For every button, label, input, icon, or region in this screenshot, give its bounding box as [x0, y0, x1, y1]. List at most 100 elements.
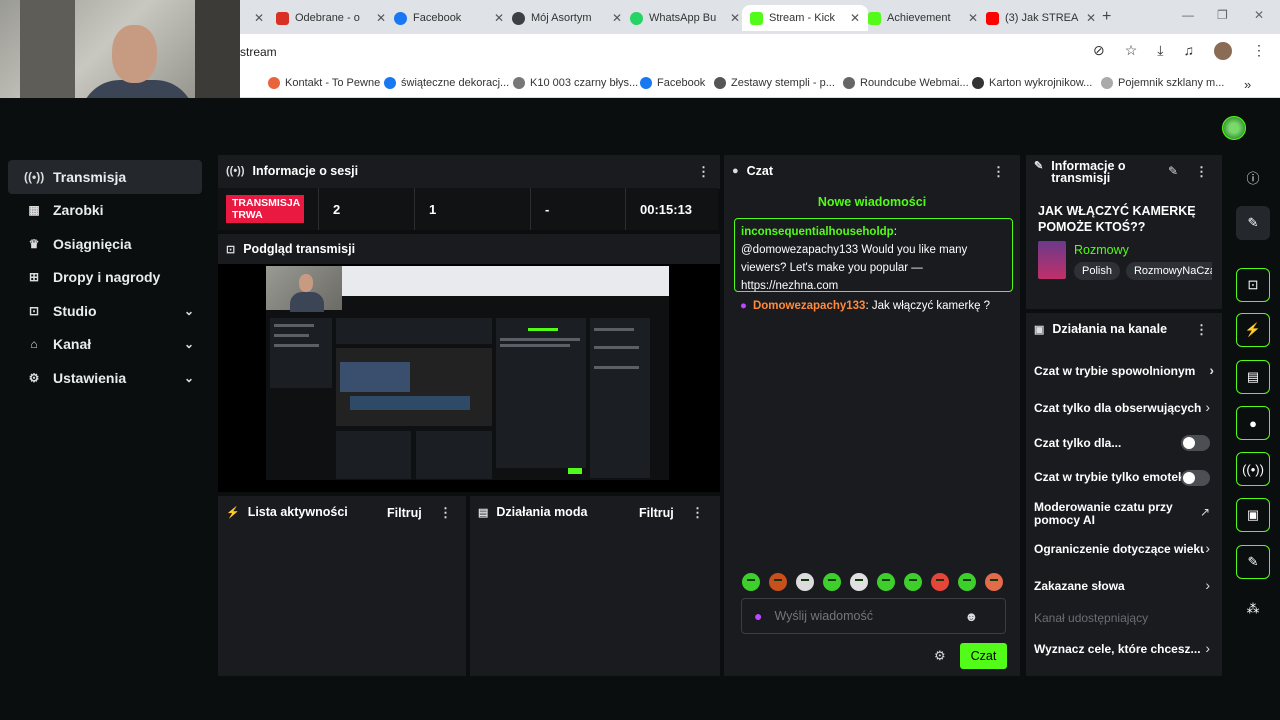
chat-message[interactable]: ● Domowezapachy133: Jak włączyć kamerkę ?: [740, 300, 990, 312]
sidebar-item-kanal[interactable]: ⌂ Kanał ⌄: [8, 328, 202, 362]
sidebar-item-dropy[interactable]: ⊞ Dropy i nagrody: [8, 261, 202, 295]
emote-icon[interactable]: [958, 573, 976, 591]
message-username[interactable]: inconsequentialhouseholdp: [741, 226, 894, 238]
lightning-icon[interactable]: ⚡: [1236, 313, 1270, 347]
close-icon[interactable]: ✕: [850, 11, 860, 25]
more-options-icon[interactable]: ⋮: [992, 164, 1005, 180]
new-messages-label[interactable]: Nowe wiadomości: [724, 195, 1020, 209]
filter-button[interactable]: Filtruj: [387, 506, 422, 520]
profile-avatar[interactable]: [1214, 42, 1232, 60]
emoji-icon[interactable]: ☻: [964, 609, 978, 624]
tab-gmail[interactable]: Odebrane - o ✕: [268, 5, 394, 31]
broadcast-icon[interactable]: ((•)): [1236, 452, 1270, 486]
tab-label: Mój Asortym: [531, 12, 592, 24]
tag[interactable]: Polish: [1074, 262, 1120, 280]
bookmark-item[interactable]: Kontakt - To Pewne: [268, 77, 380, 89]
age-restriction-item[interactable]: Ograniczenie dotyczące wieku: [1034, 543, 1204, 556]
sidebar-item-osiagniecia[interactable]: ♛ Osiągnięcia: [8, 227, 202, 261]
close-icon[interactable]: ✕: [612, 11, 622, 25]
more-options-icon[interactable]: ⋮: [1195, 322, 1208, 338]
chat-settings-icon[interactable]: ⚙: [934, 648, 946, 664]
highlighted-message[interactable]: inconsequentialhouseholdp: @domowezapach…: [734, 218, 1013, 292]
bookmark-item[interactable]: Roundcube Webmai...: [843, 77, 969, 89]
video-icon[interactable]: ▣: [1236, 498, 1270, 532]
wrench-icon[interactable]: ✎: [1236, 545, 1270, 579]
bookmark-item[interactable]: K10 003 czarny błys...: [513, 77, 638, 89]
emote-icon[interactable]: [877, 573, 895, 591]
slow-mode-item[interactable]: Czat w trybie spowolnionym ›: [1034, 363, 1218, 378]
emote-icon[interactable]: [931, 573, 949, 591]
channel-actions-panel: ▣ Działania na kanale ⋮ Czat w trybie spo…: [1026, 313, 1222, 676]
minimize-icon[interactable]: —: [1182, 8, 1194, 22]
bookmark-item[interactable]: Facebook: [640, 77, 705, 89]
bookmark-item[interactable]: Karton wykrojnikow...: [972, 77, 1092, 89]
sidebar-item-transmisja[interactable]: ((•)) Transmisja: [8, 160, 202, 194]
emote-icon[interactable]: [985, 573, 1003, 591]
close-icon[interactable]: ✕: [730, 11, 740, 25]
emote-icon[interactable]: [769, 573, 787, 591]
more-options-icon[interactable]: ⋮: [691, 505, 704, 521]
chat-input[interactable]: [774, 609, 965, 623]
emote-icon[interactable]: [904, 573, 922, 591]
bookmark-item[interactable]: Zestawy stempli - p...: [714, 77, 835, 89]
tab-kick-stream[interactable]: Stream - Kick ✕: [742, 5, 869, 31]
more-options-icon[interactable]: ⋮: [439, 505, 452, 521]
close-window-icon[interactable]: ✕: [1254, 8, 1264, 22]
star-icon[interactable]: ☆: [1125, 42, 1138, 60]
followers-only-item[interactable]: Czat tylko dla obserwujących: [1034, 402, 1214, 415]
tab-facebook[interactable]: Facebook ✕: [386, 5, 512, 31]
tab-assortment[interactable]: Mój Asortym ✕: [504, 5, 630, 31]
edit-icon[interactable]: ✎: [1168, 164, 1178, 178]
category-link[interactable]: Rozmowy: [1074, 243, 1129, 257]
bookmark-item[interactable]: Pojemnik szklany m...: [1101, 77, 1224, 89]
message-username[interactable]: Domowezapachy133: [753, 300, 866, 312]
banned-words-item[interactable]: Zakazane słowa: [1034, 580, 1218, 593]
edit-icon[interactable]: ✎: [1236, 206, 1270, 240]
filter-button[interactable]: Filtruj: [639, 506, 674, 520]
close-icon[interactable]: ✕: [254, 11, 264, 25]
emote-icon[interactable]: [796, 573, 814, 591]
emote-icon[interactable]: [850, 573, 868, 591]
tag[interactable]: RozmowyNaCzacie: [1125, 262, 1212, 280]
broadcast-icon: ((•)): [24, 169, 45, 184]
chat-icon[interactable]: ●: [1236, 406, 1270, 440]
subscribers-only-toggle[interactable]: [1181, 435, 1210, 451]
info-icon[interactable]: ⓘ: [1236, 160, 1270, 194]
more-options-icon[interactable]: ⋮: [697, 164, 710, 180]
preview-icon[interactable]: ⊡: [1236, 268, 1270, 302]
ai-moderation-item[interactable]: Moderowanie czatu przy pomocy AI: [1034, 501, 1184, 527]
bookmark-icon: [972, 77, 984, 89]
sidebar-item-studio[interactable]: ⊡ Studio ⌄: [8, 294, 202, 328]
panel-header: ⚡ Lista aktywności: [226, 505, 348, 519]
eye-off-icon[interactable]: ⊘: [1093, 42, 1105, 60]
external-link-icon[interactable]: ↗: [1200, 505, 1210, 519]
close-icon[interactable]: ✕: [968, 11, 978, 25]
set-goals-item[interactable]: Wyznacz cele, które chcesz...: [1034, 643, 1204, 656]
close-icon[interactable]: ✕: [1086, 11, 1096, 25]
sidebar-item-ustawienia[interactable]: ⚙ Ustawienia ⌄: [8, 361, 202, 395]
close-icon[interactable]: ✕: [376, 11, 386, 25]
new-tab-button[interactable]: +: [1102, 8, 1111, 26]
emote-only-toggle[interactable]: [1181, 470, 1210, 486]
more-options-icon[interactable]: ⋮: [1195, 164, 1208, 180]
download-icon[interactable]: ⤓: [1157, 42, 1163, 60]
emote-icon[interactable]: [742, 573, 760, 591]
media-icon[interactable]: ♫: [1184, 42, 1195, 60]
add-widget-icon[interactable]: ⁂: [1236, 592, 1270, 626]
emote-icon[interactable]: [823, 573, 841, 591]
more-bookmarks-icon[interactable]: »: [1244, 77, 1251, 92]
send-chat-button[interactable]: Czat: [960, 643, 1007, 669]
tab-youtube[interactable]: (3) Jak STREA ✕: [978, 5, 1104, 31]
maximize-icon[interactable]: ❐: [1217, 8, 1228, 22]
close-icon[interactable]: ✕: [494, 11, 504, 25]
sidebar-item-zarobki[interactable]: ▦ Zarobki: [8, 194, 202, 228]
list-icon[interactable]: ▤: [1236, 360, 1270, 394]
url-text[interactable]: stream: [240, 45, 277, 59]
list-icon: ▤: [478, 506, 489, 519]
menu-icon[interactable]: ⋮: [1252, 42, 1266, 60]
bookmark-item[interactable]: świąteczne dekoracj...: [384, 77, 509, 89]
tab-whatsapp[interactable]: WhatsApp Bu ✕: [622, 5, 748, 31]
gmail-icon: [276, 11, 289, 25]
user-avatar[interactable]: [1222, 116, 1246, 140]
tab-achievements[interactable]: Achievement ✕: [860, 5, 986, 31]
